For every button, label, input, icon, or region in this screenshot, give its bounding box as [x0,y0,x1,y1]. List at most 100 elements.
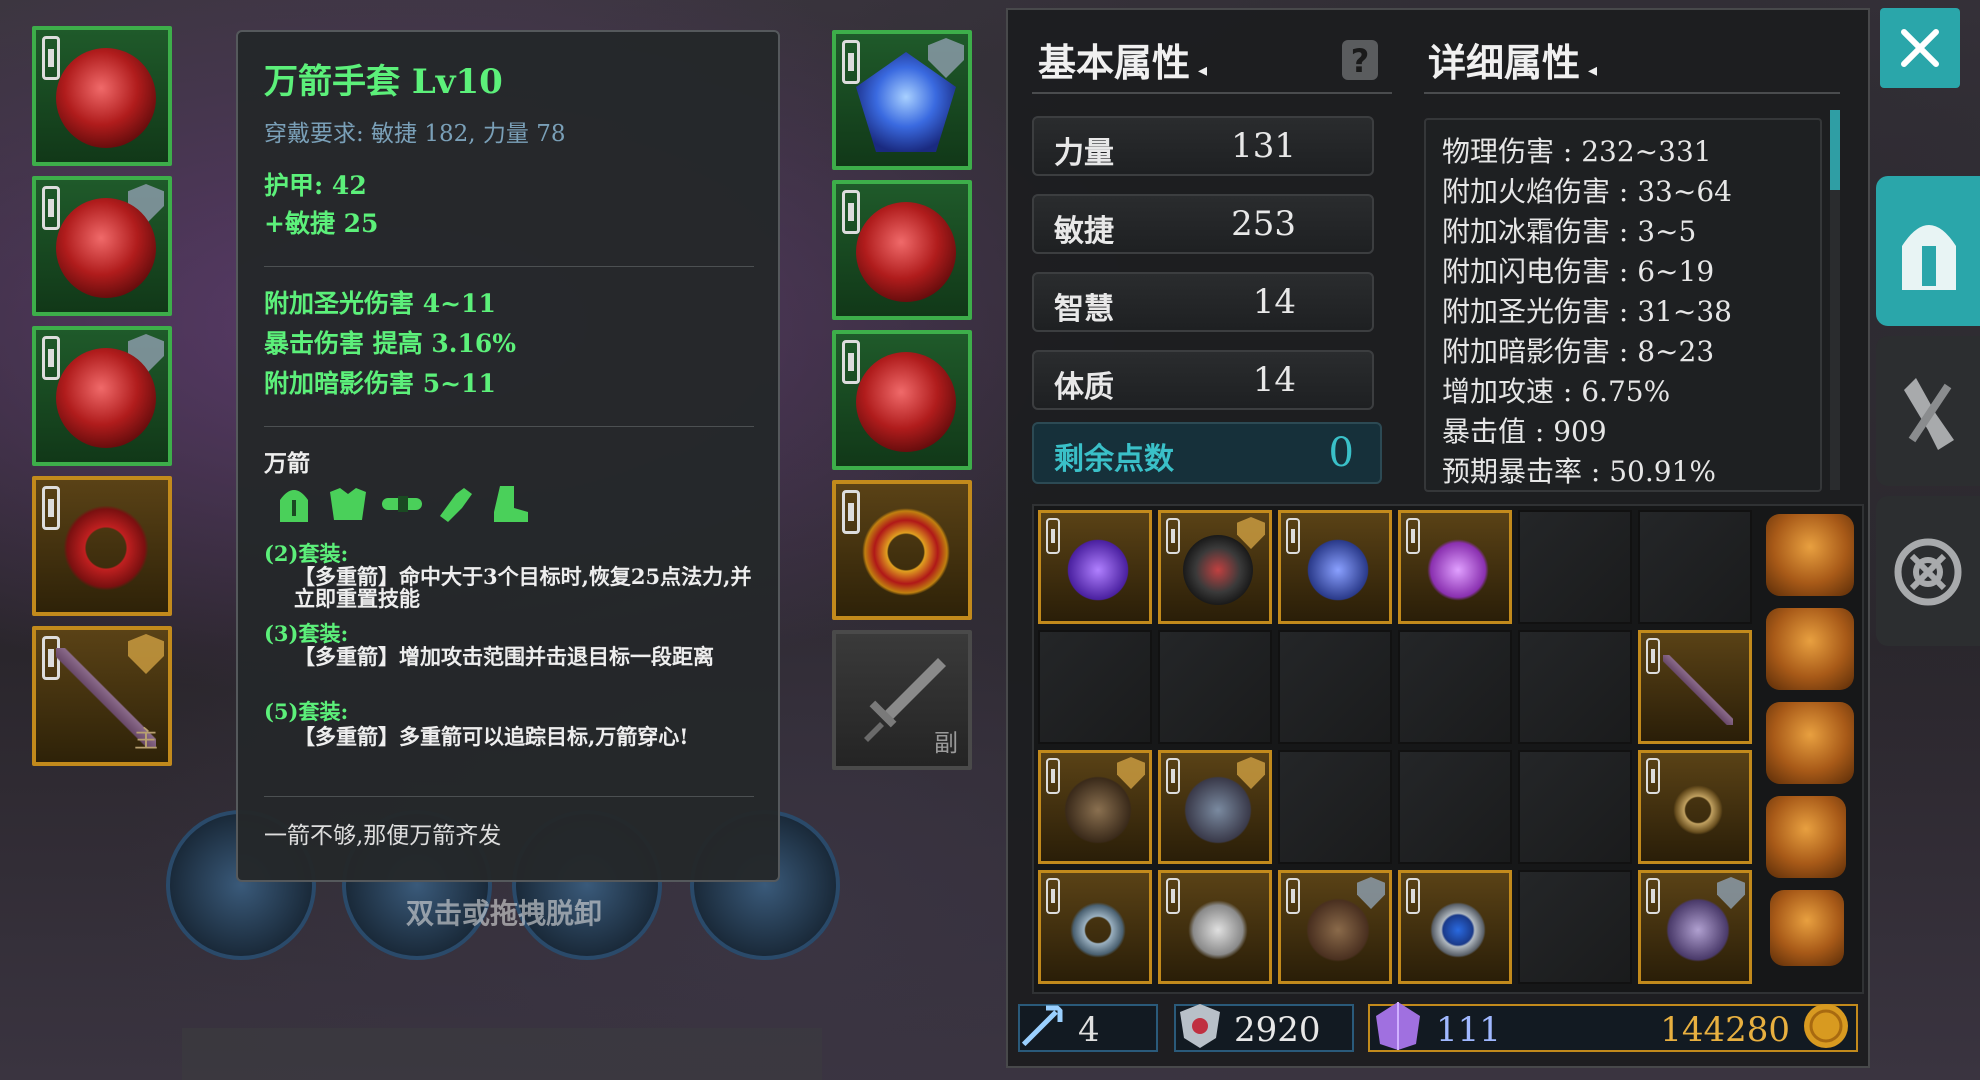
lock-icon [1166,878,1180,914]
bag-tab-5[interactable] [1770,890,1844,966]
equip-slot-legs[interactable] [32,326,172,466]
detail-row: 附加圣光伤害 : 31~38 [1442,295,1732,328]
detailed-attributes-title[interactable]: 详细属性 ◂ [1428,32,1597,87]
inventory-slot[interactable] [1158,510,1272,624]
equip-slot-main-hand[interactable]: 主 [32,626,172,766]
inventory-slot[interactable] [1038,510,1152,624]
inventory-slot-empty[interactable] [1518,750,1632,864]
pants-item-icon [1423,535,1493,605]
item-title: 万箭手套 Lv10 [264,62,503,102]
set-bonus-3-text: 【多重箭】增加攻击范围并击退目标一段距离 [294,644,714,669]
inventory-slot[interactable] [1638,870,1752,984]
inventory-slot-empty[interactable] [1278,630,1392,744]
bow-item-icon [1663,655,1733,725]
unequip-hint: 双击或拖拽脱卸 [406,897,603,930]
inventory-slot[interactable] [1278,510,1392,624]
inventory-slot[interactable] [1158,750,1272,864]
close-icon [1901,29,1939,67]
divider [264,266,754,267]
divider [264,426,754,427]
bag-tab-1[interactable] [1766,514,1854,596]
inventory-slot-empty[interactable] [1038,630,1152,744]
flavor-text: 一箭不够,那便万箭齐发 [264,823,502,849]
item-agility-bonus: +敏捷 25 [264,209,379,238]
boots-item-icon [1303,535,1373,605]
inventory-slot-empty[interactable] [1518,510,1632,624]
stat-value: 14 [1252,360,1296,400]
arrow-count: 4 [1018,1004,1158,1052]
helmet-item-icon [1183,535,1253,605]
equip-slot-ring-2[interactable] [832,480,972,620]
affix-2: 暴击伤害 提高 3.16% [264,329,517,358]
stat-constitution: 体质 14 [1032,350,1374,410]
inventory-slot[interactable] [1398,870,1512,984]
detail-row: 附加闪电伤害 : 6~19 [1442,255,1715,288]
lock-icon [1406,518,1420,554]
item-requirement: 穿戴要求: 敏捷 182, 力量 78 [264,121,566,147]
gloves-icon [1904,378,1954,450]
inventory-slot-empty[interactable] [1398,750,1512,864]
affix-1: 附加圣光伤害 4~11 [264,289,496,318]
divider [1424,92,1840,94]
inventory-slot-empty[interactable] [1398,630,1512,744]
inventory-slot[interactable] [1398,510,1512,624]
equip-slot-ring[interactable] [32,476,172,616]
inventory-slot-empty[interactable] [1518,630,1632,744]
amulet-item-icon [1663,775,1733,845]
gold-coin-icon [1804,1004,1848,1048]
lock-icon [1646,878,1660,914]
helmet-item-icon [56,48,156,148]
lock-icon [1166,518,1180,554]
inventory-slot-empty[interactable] [1518,870,1632,984]
stat-label: 体质 [1054,370,1114,405]
svg-text:?: ? [1351,42,1370,80]
set-bonus-5-text: 【多重箭】多重箭可以追踪目标,万箭穿心! [294,724,689,749]
inventory-slot[interactable] [1278,870,1392,984]
detail-scrollbar-thumb[interactable] [1830,110,1840,190]
free-points-label: 剩余点数 [1054,442,1174,477]
close-button[interactable] [1880,8,1960,88]
divider [264,796,754,797]
inventory-slot[interactable] [1158,870,1272,984]
target-icon [1894,538,1962,606]
equip-slot-chest[interactable] [32,176,172,316]
inventory-slot[interactable] [1038,870,1152,984]
question-icon[interactable]: ? [1340,38,1380,82]
bag-tab-4[interactable] [1766,796,1846,878]
inventory-slot[interactable] [1638,630,1752,744]
bag-tab-2[interactable] [1766,608,1854,690]
lock-icon [1166,758,1180,794]
legs-item-icon [56,348,156,448]
equip-slot-boots[interactable] [832,330,972,470]
stat-label: 力量 [1054,136,1114,171]
set-gloves-icon [440,488,472,522]
off-hand-tag: 副 [934,729,958,757]
basic-attributes-title[interactable]: 基本属性 ◂ [1038,32,1207,87]
inventory-slot[interactable] [1638,750,1752,864]
equip-slot-helmet[interactable] [32,26,172,166]
stat-agility: 敏捷 253 [1032,194,1374,254]
gem-icon [1376,1002,1420,1050]
equip-slot-amulet[interactable] [832,30,972,170]
equip-slot-gloves[interactable] [832,180,972,320]
ring-item-icon [856,502,956,602]
detail-stats-list[interactable]: 物理伤害 : 232~331 附加火焰伤害 : 33~64 附加冰霜伤害 : 3… [1424,118,1822,492]
tab-skills[interactable] [1876,496,1980,646]
main-hand-tag: 主 [134,725,158,753]
lock-icon [42,186,60,230]
ring-item-icon [56,498,156,598]
tab-crafting[interactable] [1876,336,1980,486]
detail-row: 附加暗影伤害 : 8~23 [1442,335,1715,368]
inventory-slot-empty[interactable] [1158,630,1272,744]
gem-count-value: 111 [1436,1010,1501,1050]
inventory-slot[interactable] [1038,750,1152,864]
set-bonus-2-text: 【多重箭】命中大于3个目标时,恢复25点法力,并立即重置技能 [294,564,752,611]
gloves-item-icon [856,202,956,302]
equip-slot-off-hand[interactable]: 副 [832,630,972,770]
inventory-slot-empty[interactable] [1638,510,1752,624]
dropdown-arrow-icon: ◂ [1198,60,1208,81]
stat-label: 智慧 [1054,292,1114,327]
bag-tab-3[interactable] [1766,702,1854,784]
tab-equipment[interactable] [1876,176,1980,326]
inventory-slot-empty[interactable] [1278,750,1392,864]
